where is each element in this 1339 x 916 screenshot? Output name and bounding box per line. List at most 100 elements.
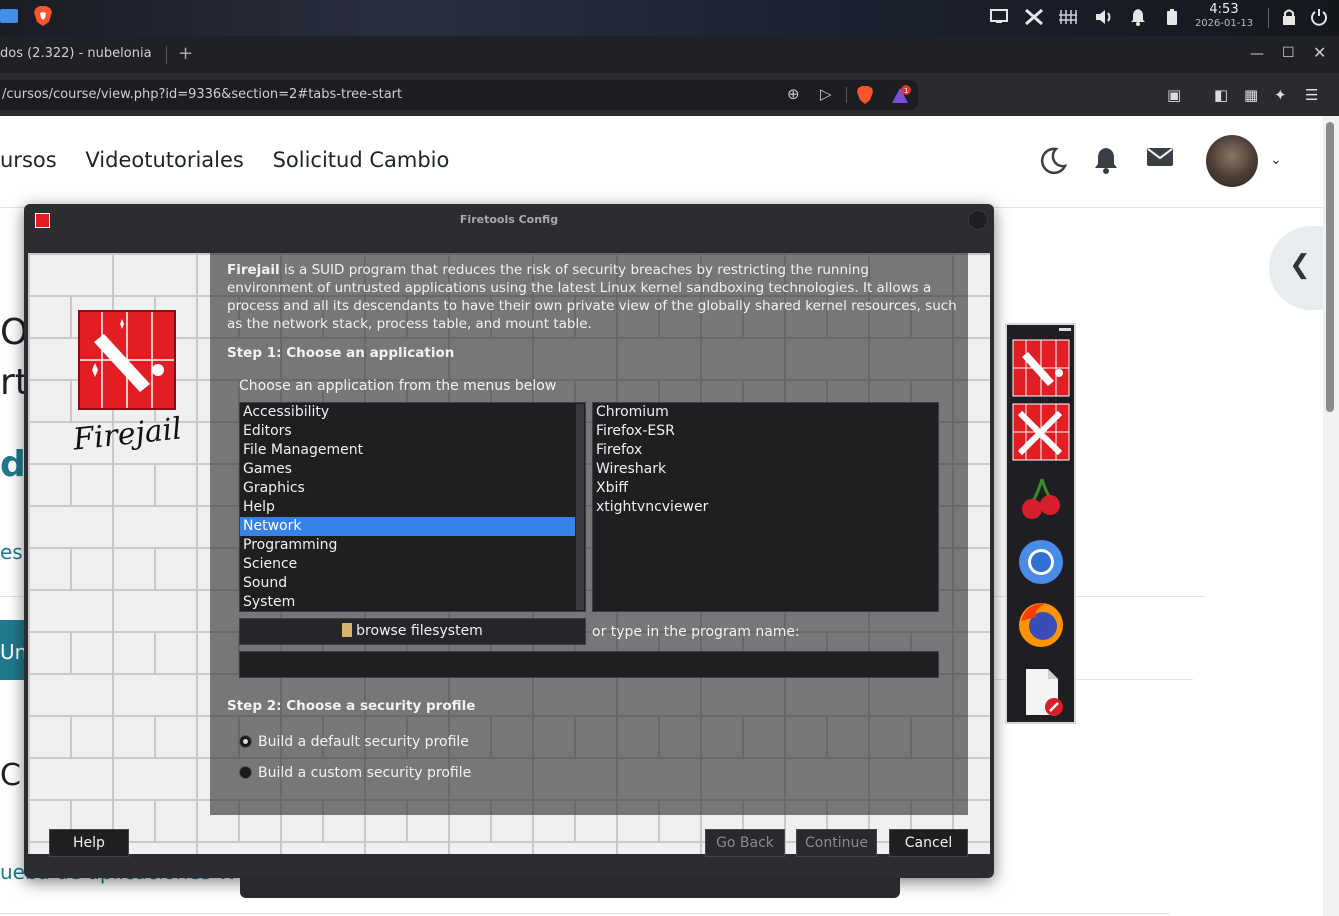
cherry-icon[interactable] (1012, 471, 1070, 529)
app-item[interactable]: Firefox (593, 441, 938, 460)
grid-icon[interactable] (1058, 8, 1078, 30)
radio-custom-label: Build a custom security profile (258, 765, 472, 781)
category-item[interactable]: Games (240, 460, 585, 479)
notifications-icon[interactable] (1130, 8, 1146, 30)
section-divider (0, 913, 1170, 914)
category-item[interactable]: Editors (240, 422, 585, 441)
page-fragment: C (0, 758, 21, 793)
app-item[interactable]: xtightvncviewer (593, 498, 938, 517)
type-program-label: or type in the program name: (592, 624, 800, 640)
messages-icon[interactable] (1146, 146, 1174, 174)
chromium-icon[interactable] (1012, 533, 1070, 591)
config-panel: Firejail is a SUID program that reduces … (210, 253, 968, 815)
send-icon[interactable]: ▷ (820, 85, 832, 103)
url-text[interactable]: /cursos/course/view.php?id=9336&section=… (2, 87, 402, 102)
continue-button[interactable]: Continue (796, 829, 877, 857)
app-item[interactable]: Wireshark (593, 460, 938, 479)
browser-toolbar: /cursos/course/view.php?id=9336&section=… (0, 74, 1339, 116)
firetools-config-window: Firetools Config Firejail Firejail is a … (24, 204, 994, 878)
lock-icon[interactable] (1282, 8, 1296, 30)
app-item[interactable]: Chromium (593, 403, 938, 422)
battery-icon[interactable] (1166, 8, 1178, 30)
chevron-down-icon[interactable]: ⌄ (1270, 152, 1282, 168)
brave-shields-icon[interactable] (856, 85, 874, 109)
background-window-edge (240, 878, 900, 898)
brave-launcher-icon[interactable] (33, 5, 53, 31)
bell-icon[interactable] (1094, 146, 1118, 180)
cancel-button[interactable]: Cancel (889, 829, 968, 857)
firetools-launcher (1005, 323, 1076, 724)
minimize-icon[interactable]: — (1250, 46, 1264, 62)
power-icon[interactable] (1310, 8, 1328, 30)
menu-icon[interactable]: ☰ (1305, 86, 1318, 104)
page-scrollbar[interactable] (1323, 116, 1339, 916)
chevron-left-icon: ❮ (1289, 250, 1311, 280)
new-tab-button[interactable]: + (178, 43, 193, 64)
category-item[interactable]: System (240, 593, 585, 612)
browser-tabbar: dos (2.322) - nubelonia + — ☐ ✕ (0, 36, 1339, 74)
close-window-icon[interactable]: ✕ (1313, 43, 1326, 62)
close-window-button[interactable] (968, 210, 988, 230)
sidebar-icon[interactable]: ◧ (1214, 86, 1228, 104)
nav-link-cursos[interactable]: ursos (0, 148, 57, 172)
window-title: Firetools Config (459, 213, 559, 226)
application-list[interactable]: Chromium Firefox-ESR Firefox Wireshark X… (592, 402, 939, 612)
leo-ai-icon[interactable]: ✦ (1274, 86, 1287, 104)
firetools-config-icon[interactable] (1012, 403, 1070, 461)
app-item[interactable]: Firefox-ESR (593, 422, 938, 441)
intro-bold: Firejail (227, 262, 280, 278)
category-list[interactable]: Accessibility Editors File Management Ga… (239, 402, 586, 612)
zoom-icon[interactable]: ⊕ (787, 85, 800, 103)
category-item[interactable]: Programming (240, 536, 585, 555)
scrollbar-thumb[interactable] (1326, 122, 1334, 412)
radio-custom-profile[interactable]: Build a custom security profile (239, 765, 471, 781)
screen-icon[interactable] (990, 8, 1008, 28)
intro-body: is a SUID program that reduces the risk … (227, 262, 957, 332)
window-titlebar[interactable]: Firetools Config (24, 204, 994, 236)
nav-link-solicitud-cambio[interactable]: Solicitud Cambio (273, 148, 450, 172)
category-scrollbar[interactable] (576, 404, 584, 610)
firetools-tray-icon[interactable] (1024, 8, 1044, 30)
category-item[interactable]: Accessibility (240, 403, 585, 422)
radio-button-checked[interactable] (239, 735, 252, 748)
help-button[interactable]: Help (49, 829, 129, 857)
step1-heading: Step 1: Choose an application (227, 345, 455, 361)
site-nav: ursos Videotutoriales Solicitud Cambio (0, 148, 471, 172)
app-item[interactable]: Xbiff (593, 479, 938, 498)
firefox-icon[interactable] (1012, 595, 1070, 653)
screenshot-icon[interactable]: ▣ (1167, 86, 1181, 104)
drawer-toggle-button[interactable]: ❮ (1269, 226, 1329, 310)
system-panel: 4:53 2026-01-13 (0, 0, 1339, 36)
address-bar[interactable]: /cursos/course/view.php?id=9336&section=… (0, 80, 918, 110)
document-edit-icon[interactable] (1012, 663, 1070, 721)
user-avatar[interactable] (1206, 135, 1258, 187)
clock[interactable]: 4:53 2026-01-13 (1190, 2, 1258, 30)
volume-icon[interactable] (1094, 8, 1114, 30)
nav-link-videotutoriales[interactable]: Videotutoriales (85, 148, 244, 172)
tab-title[interactable]: dos (2.322) - nubelonia (0, 46, 152, 61)
go-back-button[interactable]: Go Back (705, 829, 785, 857)
category-item[interactable]: Help (240, 498, 585, 517)
launcher-grip[interactable] (1059, 328, 1071, 331)
firejail-logo-icon (78, 310, 176, 410)
step2-heading: Step 2: Choose a security profile (227, 698, 476, 714)
brave-rewards-icon[interactable]: 1 (890, 85, 912, 109)
folder-icon[interactable] (0, 9, 18, 23)
wallet-icon[interactable]: ▦ (1244, 86, 1258, 104)
radio-button[interactable] (239, 766, 252, 779)
category-item[interactable]: Science (240, 555, 585, 574)
category-item-selected[interactable]: Network (240, 517, 575, 536)
intro-text: Firejail is a SUID program that reduces … (227, 261, 957, 333)
category-item[interactable]: Graphics (240, 479, 585, 498)
browse-filesystem-button[interactable]: browse filesystem (239, 618, 586, 645)
radio-default-profile[interactable]: Build a default security profile (239, 734, 469, 750)
page-fragment[interactable]: es (0, 540, 23, 564)
choose-label: Choose an application from the menus bel… (239, 378, 557, 394)
category-item[interactable]: Sound (240, 574, 585, 593)
maximize-icon[interactable]: ☐ (1282, 45, 1295, 61)
firejail-icon[interactable] (1012, 339, 1070, 397)
category-item[interactable]: File Management (240, 441, 585, 460)
dark-mode-icon[interactable] (1038, 146, 1068, 182)
tab-separator (166, 46, 167, 64)
program-name-input[interactable] (239, 651, 939, 678)
